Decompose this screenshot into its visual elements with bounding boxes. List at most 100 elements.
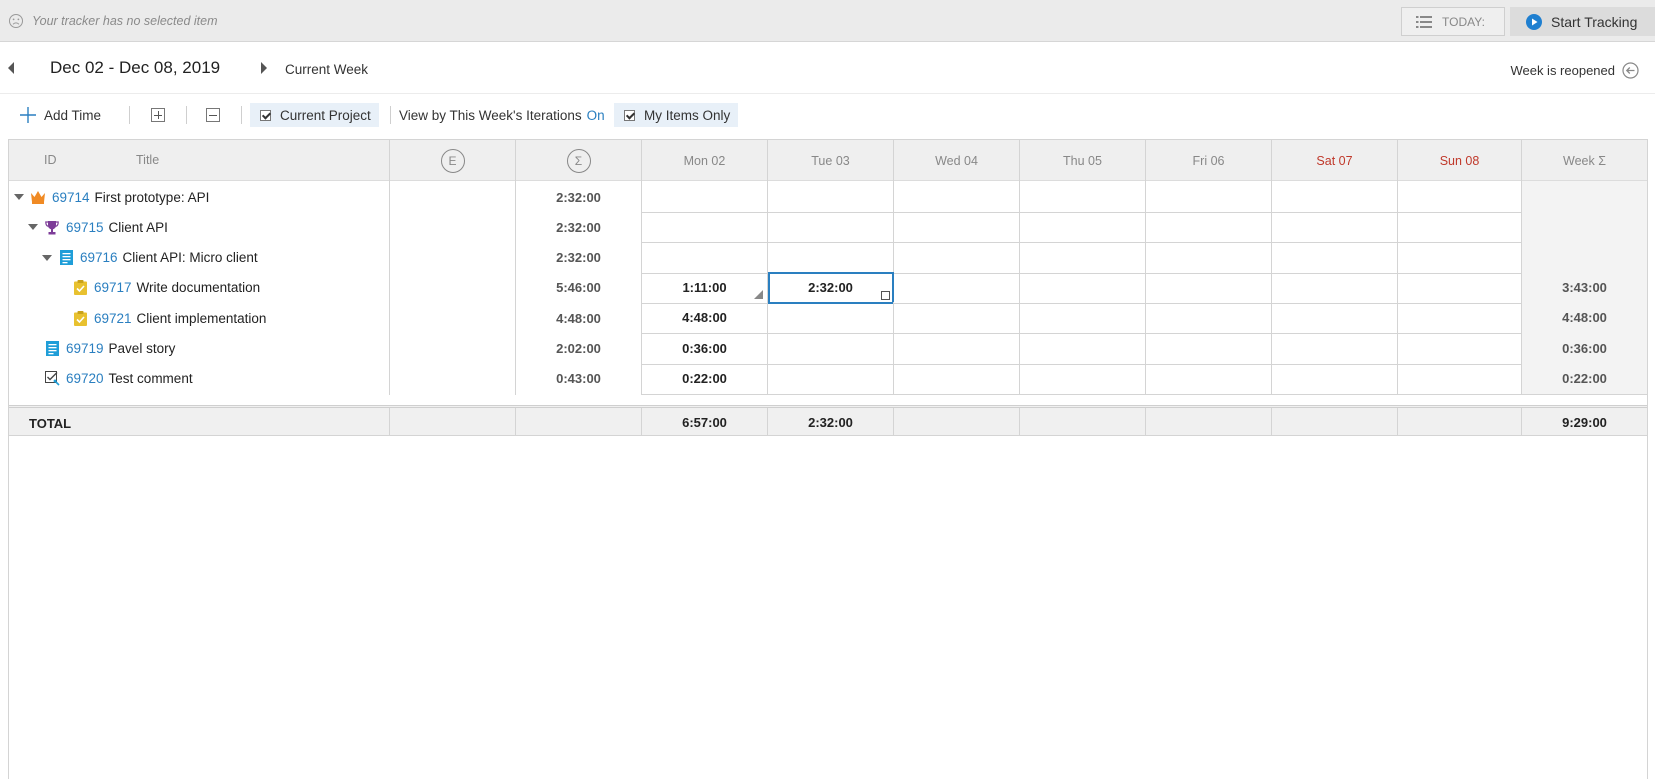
time-cell-sun[interactable] xyxy=(1398,362,1522,395)
time-cell-mon[interactable]: 0:36:00 xyxy=(642,332,768,365)
time-cell-fri[interactable] xyxy=(1146,241,1272,274)
estimate-cell[interactable] xyxy=(390,302,516,335)
time-cell-mon[interactable] xyxy=(642,181,768,213)
time-cell-sat[interactable] xyxy=(1272,211,1398,244)
comment-icon[interactable] xyxy=(881,290,890,300)
total-title-cell xyxy=(9,408,390,436)
time-cell-wed[interactable] xyxy=(894,332,1020,365)
time-cell-mon[interactable]: 1:11:00 xyxy=(642,271,768,304)
time-cell-thu[interactable] xyxy=(1020,271,1146,304)
time-cell-sun[interactable] xyxy=(1398,241,1522,274)
time-cell-wed[interactable] xyxy=(894,362,1020,395)
current-project-checkbox[interactable] xyxy=(260,109,271,121)
time-cell-tue[interactable] xyxy=(768,362,894,395)
item-id-link[interactable]: 69721 xyxy=(94,311,132,326)
iterations-toggle[interactable]: View by This Week's Iterations On xyxy=(399,103,605,127)
collapse-toggle-icon[interactable] xyxy=(42,254,52,261)
time-cell-wed[interactable] xyxy=(894,181,1020,213)
time-cell-thu[interactable] xyxy=(1020,362,1146,395)
time-cell-thu[interactable] xyxy=(1020,181,1146,213)
toolbar-divider xyxy=(241,106,242,124)
time-cell-sat[interactable] xyxy=(1272,271,1398,304)
time-cell-wed[interactable] xyxy=(894,241,1020,274)
collapse-all-button[interactable] xyxy=(206,103,220,127)
time-cell-fri[interactable] xyxy=(1146,271,1272,304)
start-tracking-label: Start Tracking xyxy=(1551,13,1638,30)
time-cell-sat[interactable] xyxy=(1272,241,1398,274)
my-items-toggle[interactable]: My Items Only xyxy=(614,103,739,127)
time-cell-sun[interactable] xyxy=(1398,271,1522,304)
time-cell-wed[interactable] xyxy=(894,302,1020,335)
previous-week-icon[interactable] xyxy=(8,62,14,74)
today-label: TODAY: xyxy=(1442,14,1485,29)
collapse-toggle-icon[interactable] xyxy=(28,224,38,231)
item-title: Client API xyxy=(108,219,168,235)
time-cell-sat[interactable] xyxy=(1272,332,1398,365)
my-items-checkbox[interactable] xyxy=(624,109,635,121)
estimate-cell[interactable] xyxy=(390,181,516,213)
item-id-link[interactable]: 69717 xyxy=(94,280,132,295)
week-total-cell: 0:22:00 xyxy=(1522,362,1647,395)
time-cell-sat[interactable] xyxy=(1272,362,1398,395)
week-total-cell xyxy=(1522,211,1647,244)
time-cell-tue[interactable] xyxy=(768,302,894,335)
estimate-cell[interactable] xyxy=(390,362,516,395)
time-cell-sun[interactable] xyxy=(1398,211,1522,244)
total-sum-cell xyxy=(516,408,642,436)
estimate-cell[interactable] xyxy=(390,241,516,274)
item-id-link[interactable]: 69715 xyxy=(66,220,104,235)
item-id-link[interactable]: 69716 xyxy=(80,250,118,265)
header-id[interactable]: ID xyxy=(44,153,57,167)
today-button[interactable]: TODAY: xyxy=(1401,7,1505,36)
time-cell-thu[interactable] xyxy=(1020,211,1146,244)
time-cell-sun[interactable] xyxy=(1398,332,1522,365)
iterations-state-link[interactable]: On xyxy=(587,108,605,123)
time-cell-fri[interactable] xyxy=(1146,302,1272,335)
current-week-link[interactable]: Current Week xyxy=(285,62,368,77)
reopen-arrow-icon[interactable] xyxy=(1622,62,1639,79)
start-tracking-button[interactable]: Start Tracking xyxy=(1510,7,1655,36)
time-cell-mon[interactable] xyxy=(642,211,768,244)
time-cell-fri[interactable] xyxy=(1146,362,1272,395)
time-cell-fri[interactable] xyxy=(1146,181,1272,213)
time-cell-tue[interactable] xyxy=(768,332,894,365)
estimate-cell[interactable] xyxy=(390,332,516,365)
time-cell-tue[interactable] xyxy=(768,211,894,244)
item-id-link[interactable]: 69719 xyxy=(66,341,104,356)
expand-all-button[interactable] xyxy=(151,103,165,127)
item-id-link[interactable]: 69714 xyxy=(52,190,90,205)
current-project-toggle[interactable]: Current Project xyxy=(250,103,379,127)
header-sum[interactable]: Σ xyxy=(516,140,642,181)
time-cell-mon[interactable]: 4:48:00 xyxy=(642,302,768,335)
time-cell-wed[interactable] xyxy=(894,211,1020,244)
time-cell-tue[interactable]: 2:32:00 xyxy=(768,271,894,304)
time-cell-sun[interactable] xyxy=(1398,302,1522,335)
crown-icon xyxy=(30,189,46,205)
time-cell-thu[interactable] xyxy=(1020,332,1146,365)
collapse-toggle-icon[interactable] xyxy=(14,194,24,200)
time-cell-tue[interactable] xyxy=(768,181,894,213)
time-cell-sat[interactable] xyxy=(1272,181,1398,213)
total-row: TOTAL 6:57:00 2:32:00 9:29:00 xyxy=(9,405,1647,436)
table-row: 69716 Client API: Micro client 2:32:00 xyxy=(9,241,1647,274)
time-cell-tue[interactable] xyxy=(768,241,894,274)
time-cell-sun[interactable] xyxy=(1398,181,1522,213)
header-title[interactable]: Title xyxy=(136,153,159,167)
time-cell-mon[interactable]: 0:22:00 xyxy=(642,362,768,395)
header-estimate[interactable]: E xyxy=(390,140,516,181)
time-cell-fri[interactable] xyxy=(1146,211,1272,244)
time-cell-thu[interactable] xyxy=(1020,241,1146,274)
fill-handle-icon[interactable] xyxy=(754,289,763,299)
estimate-cell[interactable] xyxy=(390,271,516,304)
time-cell-sat[interactable] xyxy=(1272,302,1398,335)
week-total-cell xyxy=(1522,181,1647,213)
next-week-icon[interactable] xyxy=(261,62,267,74)
time-cell-mon[interactable] xyxy=(642,241,768,274)
time-cell-fri[interactable] xyxy=(1146,332,1272,365)
time-cell-thu[interactable] xyxy=(1020,302,1146,335)
item-id-link[interactable]: 69720 xyxy=(66,371,104,386)
add-time-button[interactable]: Add Time xyxy=(19,103,101,127)
time-cell-wed[interactable] xyxy=(894,271,1020,304)
week-total-cell: 4:48:00 xyxy=(1522,302,1647,335)
estimate-cell[interactable] xyxy=(390,211,516,244)
